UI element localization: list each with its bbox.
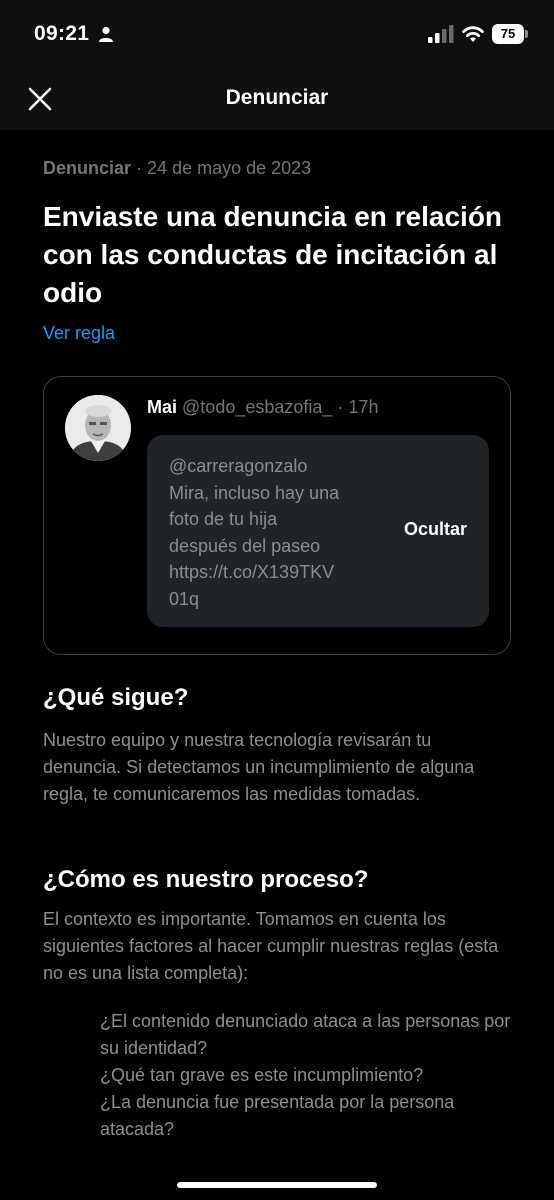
process-body: El contexto es importante. Tomamos en cu… <box>43 909 499 983</box>
hidden-tweet-text: @carreragonzalo Mira, incluso hay una fo… <box>169 453 379 612</box>
hidden-line: Mira, incluso hay una <box>169 482 340 503</box>
tweet-time: 17h <box>348 397 379 417</box>
list-item: ¿Qué tan grave es este incumplimiento? <box>100 1065 424 1085</box>
next-steps-body: Nuestro equipo y nuestra tecnología revi… <box>43 730 475 804</box>
battery-icon: 75 <box>492 24 528 44</box>
report-date: 24 de mayo de 2023 <box>147 158 312 178</box>
process-question-list: ¿El contenido denunciado ataca a las per… <box>100 1008 520 1143</box>
home-indicator[interactable] <box>177 1182 377 1188</box>
list-item: ¿La denuncia fue presentada por la perso… <box>100 1092 455 1139</box>
hidden-line: foto de tu hija <box>169 509 278 529</box>
signal-icon <box>428 25 454 43</box>
tweet-separator: · <box>332 397 349 417</box>
hidden-line: después del paseo <box>169 535 321 556</box>
wifi-icon <box>462 26 484 42</box>
status-time: 09:21 <box>34 22 90 45</box>
report-label: Denunciar <box>43 158 132 178</box>
report-meta: Denunciar · 24 de mayo de 2023 <box>43 158 311 179</box>
battery-tip <box>525 30 528 38</box>
hidden-line: 01q <box>169 588 200 609</box>
hidden-line: @carreragonzalo <box>169 456 308 476</box>
tweet-author-handle[interactable]: @todo_esbazofia_ <box>182 397 332 417</box>
view-rule-link[interactable]: Ver regla <box>43 323 115 344</box>
list-item: ¿El contenido denunciado ataca a las per… <box>100 1011 511 1058</box>
hide-button[interactable]: Ocultar <box>404 519 467 540</box>
process-heading: ¿Cómo es nuestro proceso? <box>43 866 369 893</box>
next-steps-heading: ¿Qué sigue? <box>43 684 189 711</box>
status-bar: 09:21 75 <box>0 0 554 68</box>
reported-tweet-card[interactable]: Mai @todo_esbazofia_ · 17h @carreragonza… <box>43 376 511 655</box>
tweet-author-name[interactable]: Mai <box>147 397 177 417</box>
page-title: Denunciar <box>225 86 329 109</box>
person-icon <box>99 26 113 42</box>
hidden-tweet-content: @carreragonzalo Mira, incluso hay una fo… <box>147 435 489 627</box>
report-headline: Enviaste una denuncia en relación con la… <box>43 201 503 308</box>
avatar[interactable] <box>65 395 131 461</box>
nav-bar: Denunciar <box>0 68 554 130</box>
avatar-photo <box>65 395 131 461</box>
meta-separator: · <box>131 158 148 178</box>
battery-level: 75 <box>492 24 524 44</box>
hidden-line: https://t.co/X139TKV <box>169 562 335 582</box>
tweet-header: Mai @todo_esbazofia_ · 17h <box>147 397 378 418</box>
